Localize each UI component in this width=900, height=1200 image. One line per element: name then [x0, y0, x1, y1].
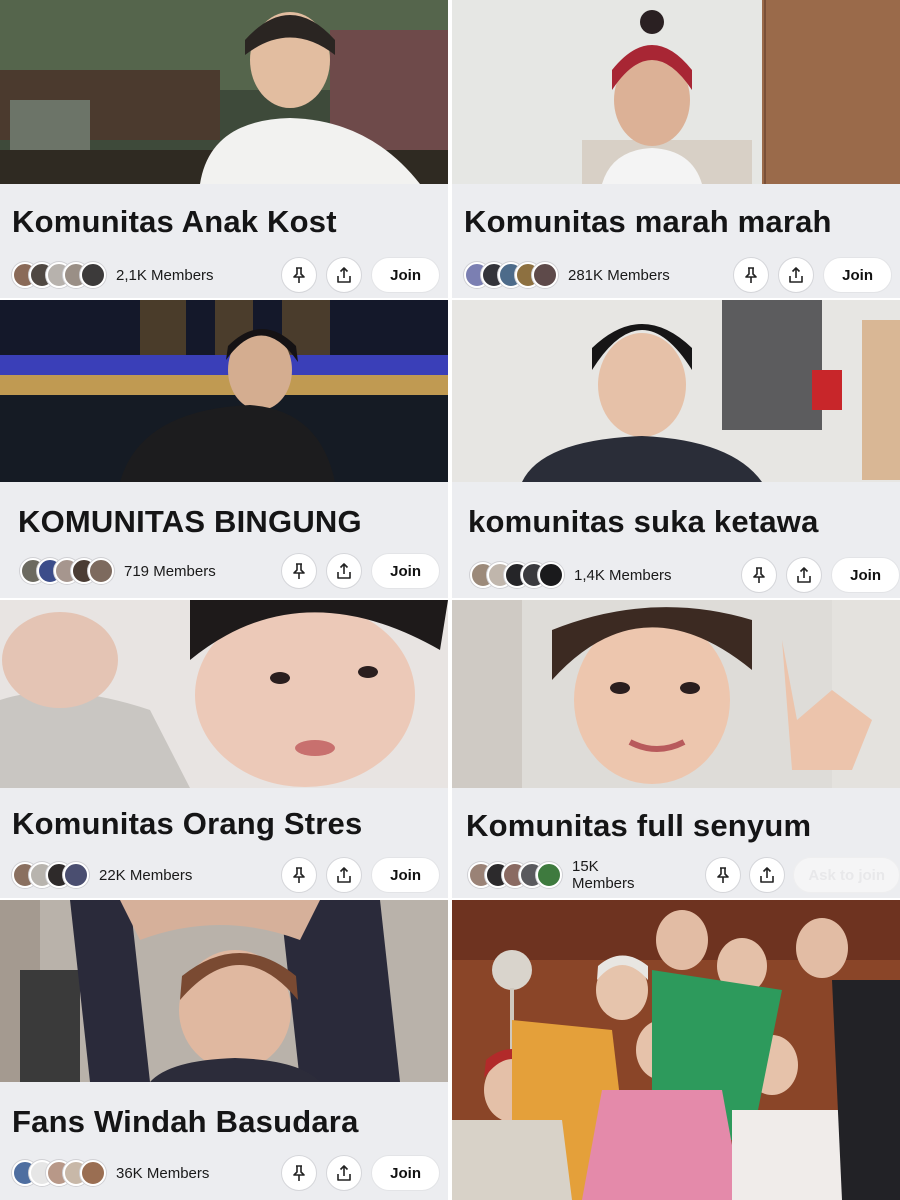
share-icon — [335, 562, 353, 580]
pin-icon — [714, 866, 732, 884]
avatar — [80, 1160, 106, 1186]
avatar — [538, 562, 564, 588]
community-card-bingung[interactable]: KOMUNITAS BINGUNG 719 Members Join — [0, 300, 448, 598]
share-button[interactable] — [778, 257, 815, 293]
community-card-fans-windah[interactable]: Fans Windah Basudara 36K Members Join — [0, 900, 448, 1200]
ask-to-join-button[interactable]: Ask to join — [793, 857, 900, 893]
community-cover-photo — [0, 600, 448, 788]
community-cover-photo — [0, 900, 448, 1082]
share-button[interactable] — [786, 557, 823, 593]
pin-button[interactable] — [705, 857, 742, 893]
member-avatars — [12, 862, 89, 888]
pin-button[interactable] — [733, 257, 770, 293]
pin-button[interactable] — [741, 557, 778, 593]
community-title: Fans Windah Basudara — [12, 1104, 359, 1139]
share-button[interactable] — [749, 857, 786, 893]
member-count: 719 Members — [124, 562, 216, 580]
community-card-anak-kost[interactable]: Komunitas Anak Kost 2,1K Members Join — [0, 0, 448, 298]
community-cover-photo — [452, 0, 900, 184]
avatar — [63, 862, 89, 888]
join-button[interactable]: Join — [371, 857, 440, 893]
avatar — [88, 558, 114, 584]
share-button[interactable] — [326, 553, 363, 589]
pin-icon — [742, 266, 760, 284]
member-count: 2,1K Members — [116, 266, 214, 284]
community-cover-photo — [0, 0, 448, 184]
pin-icon — [290, 1164, 308, 1182]
join-button[interactable]: Join — [371, 553, 440, 589]
community-title: Komunitas Orang Stres — [12, 806, 363, 841]
member-count: 22K Members — [99, 866, 193, 884]
community-cover-photo — [0, 300, 448, 482]
pin-button[interactable] — [281, 257, 318, 293]
pin-icon — [290, 866, 308, 884]
member-count: 1,4K Members — [574, 566, 672, 584]
join-button[interactable]: Join — [831, 557, 900, 593]
share-icon — [787, 266, 805, 284]
member-count: 281K Members — [568, 266, 670, 284]
join-button[interactable]: Join — [371, 1155, 440, 1191]
member-avatars — [12, 262, 106, 288]
avatar — [532, 262, 558, 288]
community-cover-photo — [452, 300, 900, 482]
community-card-orang-stres[interactable]: Komunitas Orang Stres 22K Members Join — [0, 600, 448, 898]
community-title: Komunitas full senyum — [466, 808, 812, 843]
pin-button[interactable] — [281, 1155, 318, 1191]
avatar — [536, 862, 562, 888]
group-photo — [452, 900, 900, 1200]
share-icon — [335, 866, 353, 884]
share-button[interactable] — [326, 857, 363, 893]
community-title: KOMUNITAS BINGUNG — [18, 504, 362, 539]
share-icon — [795, 566, 813, 584]
member-count: 36K Members — [116, 1164, 210, 1182]
member-avatars — [20, 558, 114, 584]
member-avatars — [470, 562, 564, 588]
pin-button[interactable] — [281, 857, 318, 893]
community-card-full-senyum[interactable]: Komunitas full senyum 15K Members Ask to… — [452, 600, 900, 898]
join-button[interactable]: Join — [823, 257, 892, 293]
member-avatars — [464, 262, 558, 288]
member-avatars — [12, 1160, 106, 1186]
community-title: Komunitas Anak Kost — [12, 204, 337, 239]
avatar — [80, 262, 106, 288]
pin-icon — [290, 562, 308, 580]
community-card-marah-marah[interactable]: Komunitas marah marah 281K Members Join — [452, 0, 900, 298]
share-icon — [758, 866, 776, 884]
share-button[interactable] — [326, 1155, 363, 1191]
join-button[interactable]: Join — [371, 257, 440, 293]
community-title: Komunitas marah marah — [464, 204, 832, 239]
pin-icon — [290, 266, 308, 284]
pin-icon — [750, 566, 768, 584]
member-avatars — [468, 862, 562, 888]
share-icon — [335, 1164, 353, 1182]
community-title: komunitas suka ketawa — [468, 504, 819, 539]
community-card-suka-ketawa[interactable]: komunitas suka ketawa 1,4K Members Join — [452, 300, 900, 598]
pin-button[interactable] — [281, 553, 318, 589]
share-button[interactable] — [326, 257, 363, 293]
community-cover-photo — [452, 600, 900, 788]
share-icon — [335, 266, 353, 284]
member-count: 15K Members — [572, 858, 635, 892]
